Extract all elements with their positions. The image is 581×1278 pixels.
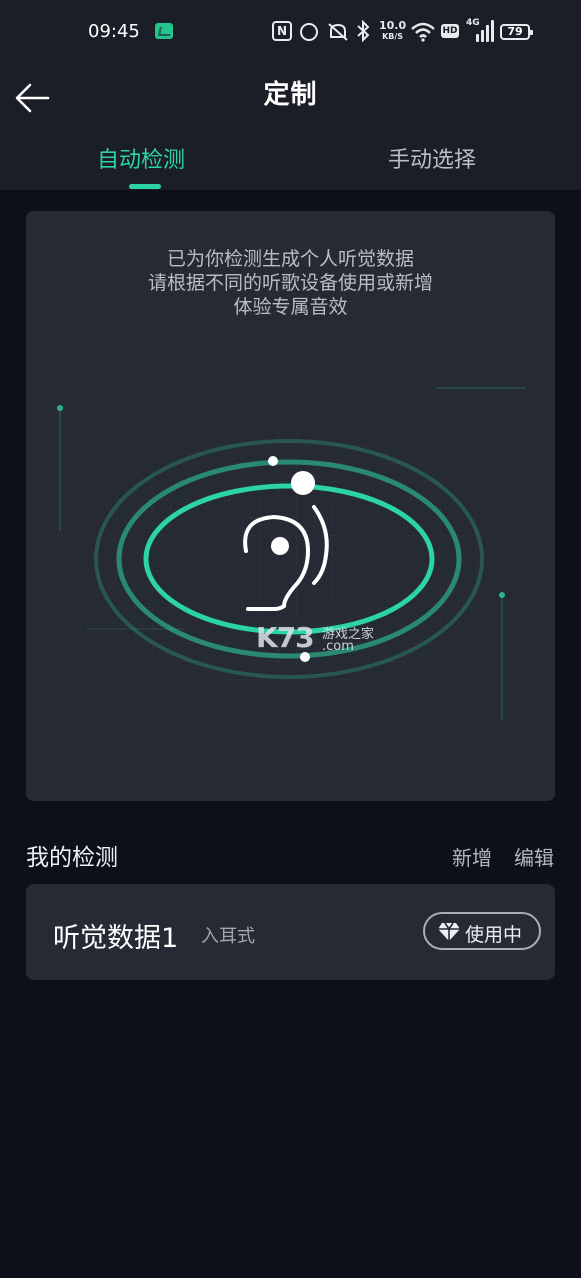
signal-label: 4G: [466, 18, 480, 28]
status-bar: 09:45 N 10.0 KB/S HD 4G 79: [0, 0, 581, 64]
cellular-signal-icon: 4G: [466, 18, 494, 42]
mute-icon: [327, 22, 349, 44]
earphone-type-label: 入耳式: [201, 926, 255, 947]
ear-orbit-graphic: [94, 439, 484, 679]
diamond-icon: [438, 922, 460, 941]
nfc-icon: N: [272, 21, 292, 41]
status-time: 09:45: [88, 21, 140, 42]
tab-auto-detect[interactable]: 自动检测: [97, 142, 185, 174]
watermark-brand: K73: [256, 621, 315, 654]
hearing-data-item[interactable]: 听觉数据1 入耳式 使用中: [26, 884, 555, 980]
in-use-badge[interactable]: 使用中: [423, 912, 541, 950]
bluetooth-icon: [356, 19, 370, 43]
k73-watermark: K73 游戏之家 .com: [256, 621, 386, 671]
hd-voice-icon: HD: [441, 24, 459, 38]
network-speed-unit: KB/S: [382, 32, 404, 41]
tab-manual-select[interactable]: 手动选择: [388, 142, 476, 174]
message-notification-icon: [155, 23, 173, 39]
edit-detection-link[interactable]: 编辑: [514, 842, 554, 871]
add-detection-link[interactable]: 新增: [452, 842, 492, 871]
hearing-data-name: 听觉数据1: [53, 923, 179, 954]
ear-icon: [243, 505, 329, 611]
network-speed-value: 10.0: [379, 19, 407, 32]
network-speed: 10.0 KB/S: [379, 20, 406, 42]
inner-orbit-ring: [143, 483, 435, 635]
alarm-icon: [300, 23, 318, 41]
watermark-domain: .com: [322, 639, 354, 654]
active-tab-indicator: [129, 184, 161, 189]
hearing-detection-card: 已为你检测生成个人听觉数据 请根据不同的听歌设备使用或新增 体验专属音效 K73…: [26, 211, 555, 801]
top-app-bar: 定制 自动检测 手动选择: [0, 64, 581, 190]
battery-icon: 79: [500, 24, 533, 40]
orbit-dot: [291, 471, 315, 495]
page-title: 定制: [263, 80, 318, 110]
my-detection-title: 我的检测: [26, 845, 118, 871]
wifi-icon: [410, 22, 436, 44]
orbit-dot: [268, 456, 278, 466]
in-use-label: 使用中: [465, 924, 523, 946]
